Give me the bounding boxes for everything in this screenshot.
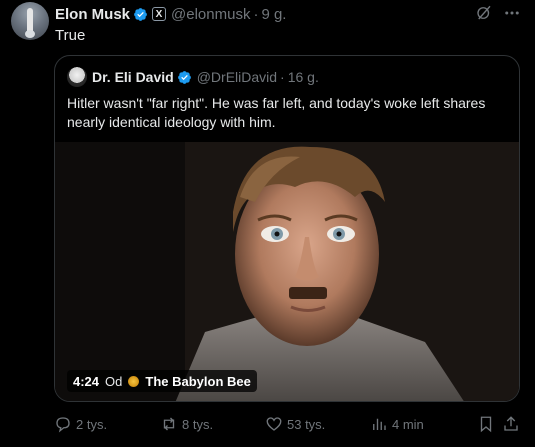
verified-icon[interactable] (133, 7, 148, 22)
more-icon[interactable] (503, 4, 521, 22)
source-logo-icon (128, 375, 140, 387)
bookmark-button[interactable] (477, 414, 495, 434)
author-name[interactable]: Elon Musk (55, 6, 130, 23)
reply-icon (56, 417, 70, 433)
post-timestamp[interactable]: 9 g. (261, 6, 286, 23)
action-bar: 2 tys. 8 tys. 53 tys. 4 min (54, 414, 520, 434)
video-from-label: Od (105, 373, 123, 389)
video-source[interactable]: The Babylon Bee (145, 374, 250, 389)
separator-dot: · (280, 69, 285, 85)
quoted-handle[interactable]: @DrEliDavid (197, 69, 277, 85)
like-icon (266, 417, 282, 431)
like-button[interactable]: 53 tys. (265, 414, 325, 434)
separator-dot: · (253, 5, 259, 23)
reply-count: 2 tys. (76, 416, 108, 432)
views-button[interactable]: 4 min (370, 414, 424, 434)
quoted-post[interactable]: Dr. Eli David @DrEliDavid · 16 g. Hitler… (54, 55, 520, 402)
post-text: True (55, 27, 86, 44)
verified-icon[interactable] (177, 70, 192, 85)
video-duration: 4:24 (73, 373, 100, 389)
quoted-avatar[interactable] (67, 67, 87, 87)
bookmark-icon (480, 416, 492, 433)
avatar-flame (25, 30, 35, 38)
like-count: 53 tys. (287, 416, 326, 432)
quoted-author-name[interactable]: Dr. Eli David (92, 69, 174, 85)
reply-button[interactable]: 2 tys. (54, 414, 107, 434)
author-handle[interactable]: @elonmusk (171, 6, 250, 23)
video-frame (55, 142, 519, 401)
post[interactable]: Elon Musk X @elonmusk · 9 g. True Dr. El… (0, 0, 535, 447)
avatar-rocket (27, 8, 33, 32)
video-thumbnail[interactable]: 4:24 Od The Babylon Bee (55, 142, 519, 401)
repost-button[interactable]: 8 tys. (160, 414, 213, 434)
views-count: 4 min (392, 416, 424, 432)
x-affiliate-badge[interactable]: X (152, 7, 167, 21)
top-actions (475, 4, 521, 22)
share-button[interactable] (502, 414, 520, 434)
share-icon (504, 416, 518, 431)
repost-icon (163, 417, 175, 431)
quoted-header: Dr. Eli David @DrEliDavid · 16 g. (67, 67, 319, 87)
quoted-text: Hitler wasn't "far right". He was far le… (67, 95, 486, 130)
grok-icon[interactable] (475, 4, 493, 22)
video-overlay: 4:24 Od The Babylon Bee (67, 370, 257, 392)
avatar[interactable] (11, 2, 49, 40)
repost-count: 8 tys. (182, 416, 214, 432)
quoted-timestamp[interactable]: 16 g. (288, 69, 319, 85)
post-header: Elon Musk X @elonmusk · 9 g. (55, 5, 286, 23)
views-icon (373, 418, 386, 430)
